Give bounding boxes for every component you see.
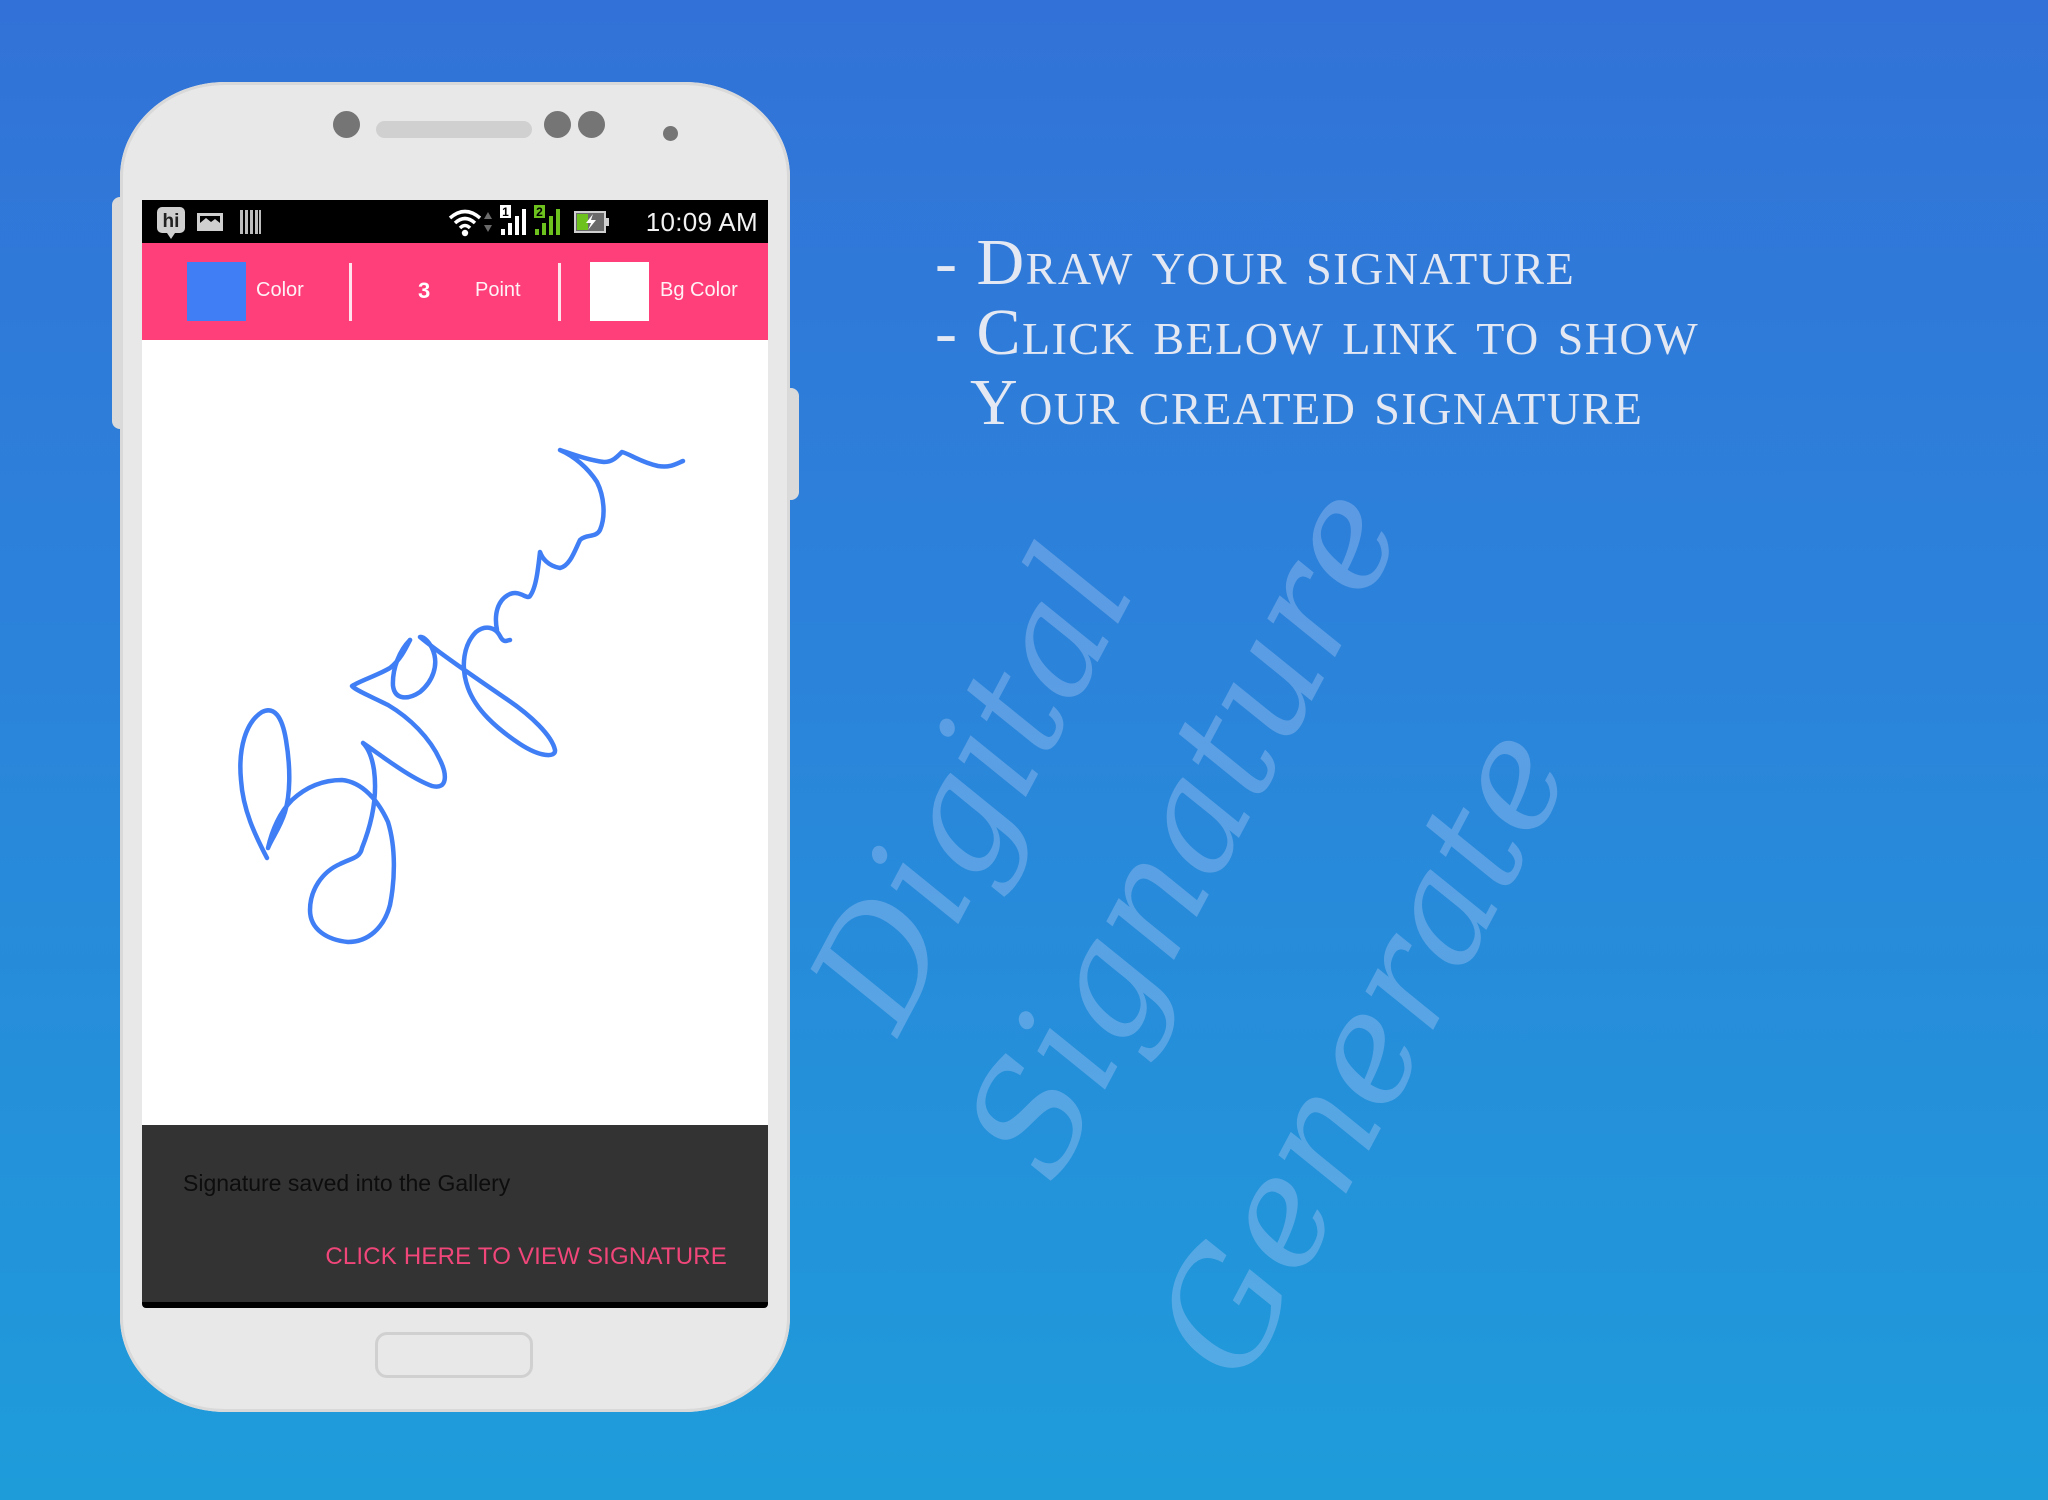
battery-charging-icon [574,211,610,238]
bg-color-swatch[interactable] [590,262,649,321]
feature-list: - Draw your signature - Click below link… [935,228,1699,438]
screen-bottom-edge [142,1302,768,1308]
svg-text:hi: hi [163,211,180,232]
phone-screen: hi 1 2 10:09 AM Color 3 Point Bg Color S… [142,200,768,1302]
signal-sim2-icon: 2 [534,205,564,242]
snackbar: Signature saved into the Gallery CLICK H… [142,1125,768,1302]
view-signature-link[interactable]: CLICK HERE TO VIEW SIGNATURE [325,1243,727,1271]
gallery-icon [196,212,224,237]
stroke-point-value[interactable]: 3 [418,278,430,304]
signature-drawing [238,447,686,945]
watermark-line-generate: Generate [1121,700,1606,1404]
bg-color-label[interactable]: Bg Color [660,279,738,302]
phone-mockup: hi 1 2 10:09 AM Color 3 Point Bg Color S… [112,82,799,1412]
stroke-point-label[interactable]: Point [475,279,521,302]
signature-stroke [390,625,558,758]
feature-item-click-link-continued: Your created signature [970,366,1644,439]
front-camera-icon [544,111,571,138]
pen-color-label[interactable]: Color [256,279,304,302]
power-button [788,388,799,500]
wifi-icon [448,207,482,242]
signal-sim1-icon: 1 [500,205,530,242]
toolbar-divider [558,263,561,321]
feature-item-click-link: - Click below link to show [935,296,1700,369]
earpiece-speaker [376,121,532,138]
barcode-icon [240,210,262,239]
hike-messenger-icon: hi [156,206,186,245]
home-button[interactable] [375,1332,533,1378]
pen-color-swatch[interactable] [187,262,246,321]
status-bar: hi 1 2 10:09 AM [142,200,768,243]
signature-stroke [238,637,448,945]
proximity-sensor-icon [578,111,605,138]
snackbar-message: Signature saved into the Gallery [183,1170,511,1196]
status-time: 10:09 AM [645,207,758,237]
front-sensor-icon [333,111,360,138]
watermark-line-digital: Digital [776,522,1170,1054]
data-arrows-icon [483,210,493,239]
watermark-line-signature: Signature [931,459,1438,1205]
signature-canvas[interactable] [142,340,768,1124]
notification-led-icon [663,126,678,141]
feature-item-draw: - Draw your signature [935,226,1576,299]
svg-text:1: 1 [502,205,509,219]
drawing-toolbar: Color 3 Point Bg Color [142,243,768,340]
toolbar-divider [349,263,352,321]
signature-stroke [493,447,686,633]
volume-button [112,197,122,429]
svg-text:2: 2 [536,205,543,219]
